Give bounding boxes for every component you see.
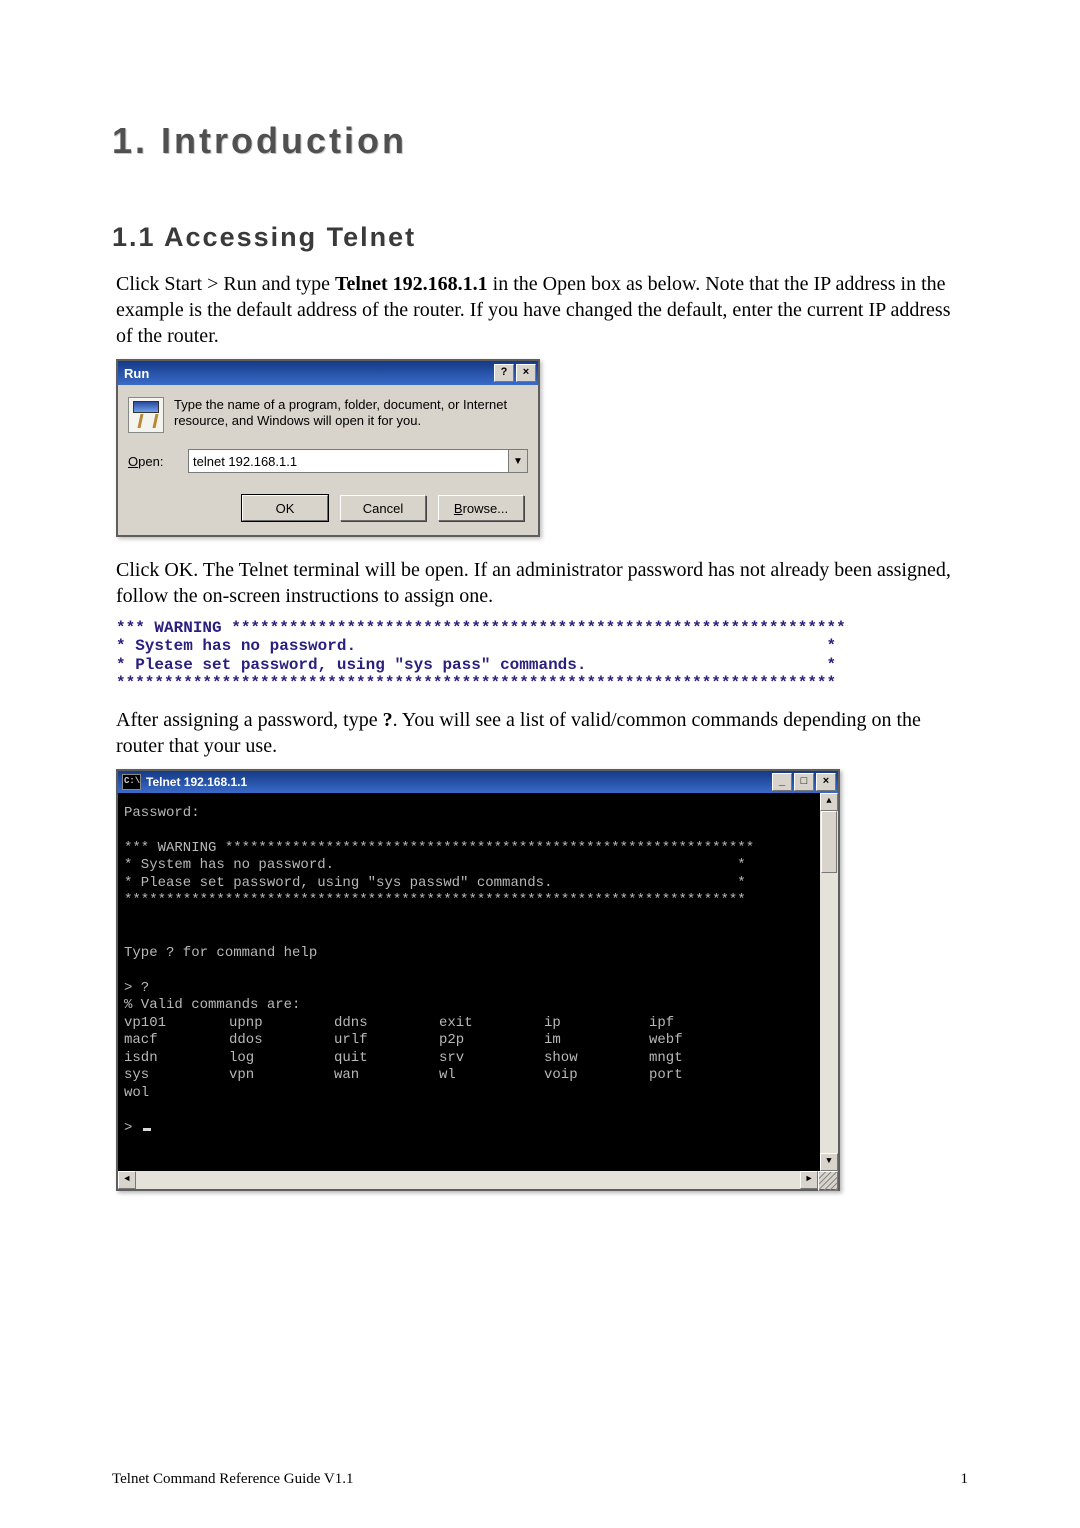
warning-snippet: *** WARNING ****************************…: [116, 619, 968, 693]
telnet-titlebar: C:\ Telnet 192.168.1.1 _ □ ×: [118, 771, 838, 793]
command-row: vp101upnpddnsexitipipf: [124, 1015, 814, 1033]
vertical-scrollbar[interactable]: ▲ ▼: [820, 793, 838, 1171]
scroll-right-button[interactable]: ►: [800, 1171, 818, 1189]
warn-line: * System has no password. *: [124, 857, 746, 873]
telnet-window: C:\ Telnet 192.168.1.1 _ □ × Password: *…: [116, 769, 840, 1191]
scroll-track[interactable]: [136, 1171, 800, 1189]
open-label: Open:: [128, 454, 178, 469]
cmd-icon: C:\: [122, 774, 141, 790]
cursor: [143, 1128, 151, 1131]
footer-title: Telnet Command Reference Guide V1.1: [112, 1471, 354, 1488]
help-hint: Type ? for command help: [124, 945, 317, 961]
run-title-text: Run: [124, 366, 492, 381]
open-input[interactable]: [189, 450, 508, 472]
command-row: isdnlogquitsrvshowmngt: [124, 1050, 814, 1068]
open-combo[interactable]: ▼: [188, 449, 528, 473]
paragraph-3-pre: After assigning a password, type: [116, 709, 383, 731]
run-description: Type the name of a program, folder, docu…: [174, 397, 528, 430]
ok-button[interactable]: OK: [242, 495, 328, 521]
paragraph-3-bold: ?: [383, 709, 393, 731]
cancel-button[interactable]: Cancel: [340, 495, 426, 521]
section-heading: 1.1 Accessing Telnet: [112, 222, 968, 253]
scroll-down-button[interactable]: ▼: [820, 1153, 838, 1171]
warn-line: * Please set password, using "sys passwd…: [124, 875, 746, 891]
maximize-button[interactable]: □: [794, 773, 814, 791]
page-number: 1: [961, 1471, 969, 1488]
terminal-output[interactable]: Password: *** WARNING ******************…: [118, 793, 820, 1171]
valid-commands-header: % Valid commands are:: [124, 997, 300, 1013]
run-dialog: Run ? × Type the name of a program, fold…: [116, 359, 540, 537]
command-row: macfddosurlfp2pimwebf: [124, 1032, 814, 1050]
paragraph-2: Click OK. The Telnet terminal will be op…: [116, 557, 968, 609]
password-prompt: Password:: [124, 805, 200, 821]
paragraph-1-pre: Click Start > Run and type: [116, 273, 335, 295]
close-button[interactable]: ×: [816, 773, 836, 791]
command-row: wol: [124, 1085, 814, 1103]
resize-grip[interactable]: [818, 1171, 838, 1191]
scroll-left-button[interactable]: ◄: [118, 1171, 136, 1189]
dropdown-button[interactable]: ▼: [508, 450, 527, 472]
minimize-button[interactable]: _: [772, 773, 792, 791]
prompt-line: > ?: [124, 980, 149, 996]
paragraph-3: After assigning a password, type ?. You …: [116, 707, 968, 759]
scroll-track[interactable]: [820, 811, 838, 1153]
warn-line: ****************************************…: [124, 892, 746, 908]
scroll-thumb[interactable]: [821, 811, 837, 873]
command-row: sysvpnwanwlvoipport: [124, 1067, 814, 1085]
browse-button[interactable]: Browse...: [438, 495, 524, 521]
warn-line: *** WARNING ****************************…: [124, 840, 754, 856]
chapter-heading: 1. Introduction: [112, 120, 968, 162]
paragraph-1: Click Start > Run and type Telnet 192.16…: [116, 271, 968, 349]
horizontal-scrollbar[interactable]: ◄ ►: [118, 1171, 838, 1189]
scroll-up-button[interactable]: ▲: [820, 793, 838, 811]
run-icon: [128, 397, 164, 433]
prompt-line: >: [124, 1120, 141, 1136]
telnet-title-text: Telnet 192.168.1.1: [146, 775, 770, 789]
paragraph-1-bold: Telnet 192.168.1.1: [335, 273, 488, 295]
close-button[interactable]: ×: [516, 364, 536, 382]
help-button[interactable]: ?: [494, 364, 514, 382]
run-titlebar: Run ? ×: [118, 361, 538, 385]
chevron-down-icon: ▼: [513, 456, 523, 467]
